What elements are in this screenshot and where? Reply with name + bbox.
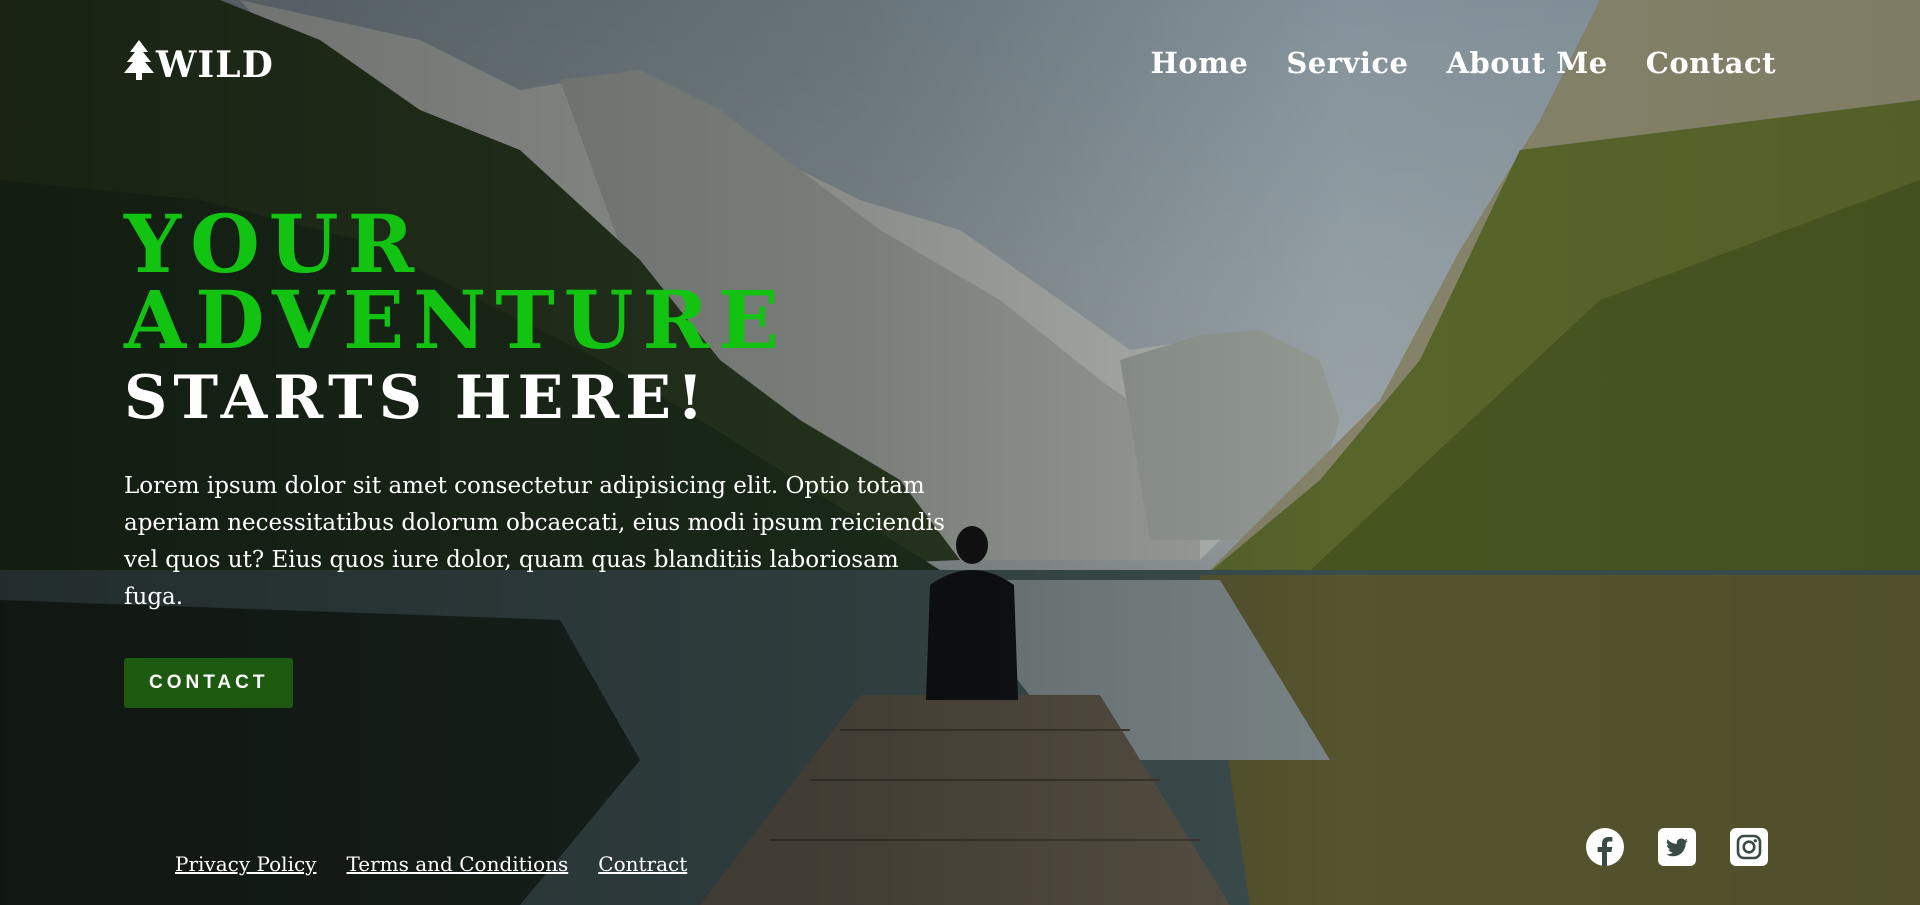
- hero-section: YOUR ADVENTURE STARTS HERE! Lorem ipsum …: [124, 197, 964, 708]
- nav-contact[interactable]: Contact: [1646, 46, 1776, 80]
- hero-title: YOUR ADVENTURE STARTS HERE!: [124, 197, 964, 433]
- nav-home[interactable]: Home: [1150, 46, 1248, 80]
- hero-title-line-1: YOUR: [124, 197, 424, 291]
- facebook-icon[interactable]: [1586, 828, 1624, 866]
- hero-title-line-3: STARTS HERE!: [124, 363, 710, 433]
- main-nav: Home Service About Me Contact: [1150, 46, 1776, 80]
- logo-text: WILD: [156, 43, 274, 86]
- terms-link[interactable]: Terms and Conditions: [346, 852, 568, 876]
- tree-icon: [124, 40, 154, 89]
- logo[interactable]: WILD: [124, 40, 274, 89]
- instagram-icon[interactable]: [1730, 828, 1768, 866]
- twitter-icon[interactable]: [1658, 828, 1696, 866]
- footer-links: Privacy Policy Terms and Conditions Cont…: [175, 852, 687, 876]
- nav-service[interactable]: Service: [1286, 46, 1408, 80]
- privacy-policy-link[interactable]: Privacy Policy: [175, 852, 316, 876]
- hero-title-line-2: ADVENTURE: [124, 273, 788, 367]
- contract-link[interactable]: Contract: [598, 852, 687, 876]
- nav-about-me[interactable]: About Me: [1447, 46, 1608, 80]
- contact-button[interactable]: CONTACT: [124, 658, 294, 708]
- social-links: [1586, 828, 1768, 866]
- hero-paragraph: Lorem ipsum dolor sit amet consectetur a…: [124, 473, 945, 610]
